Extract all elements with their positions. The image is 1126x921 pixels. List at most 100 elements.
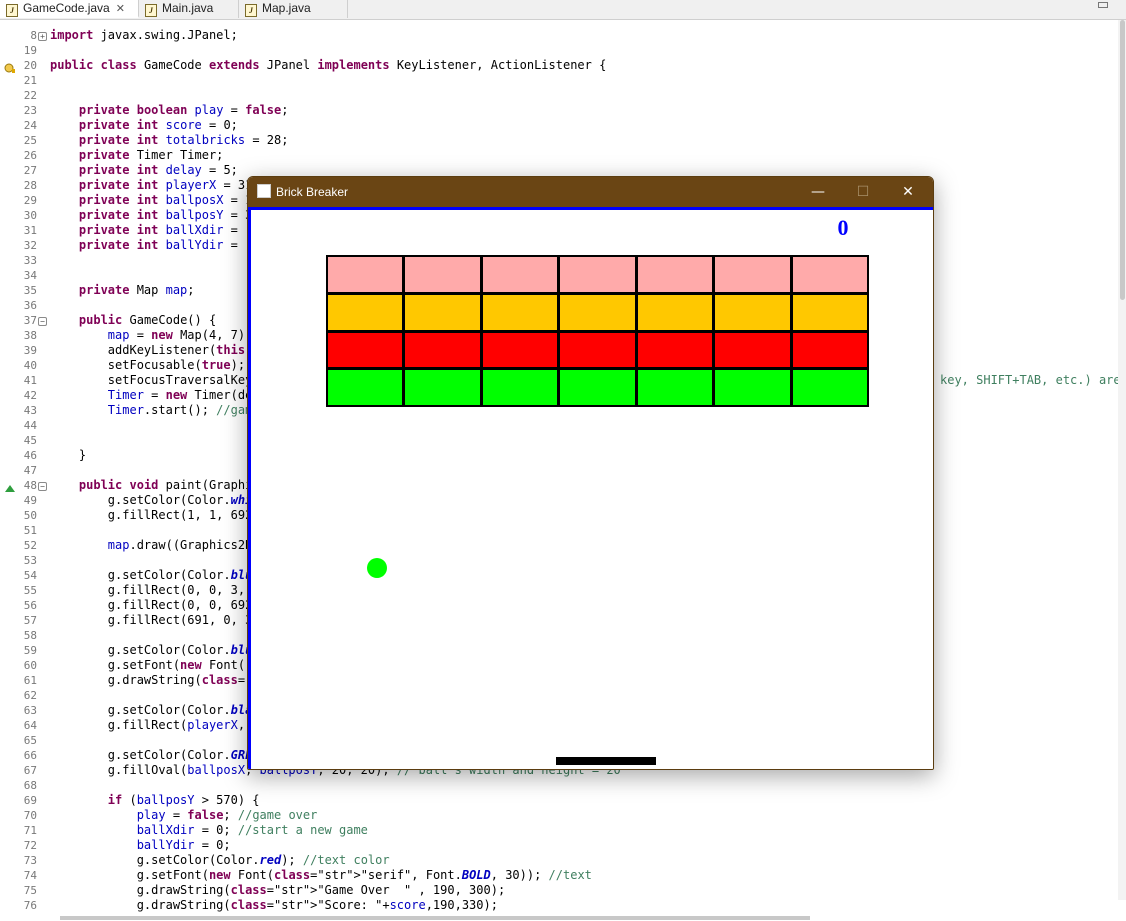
code-text: setFocusable(true); [50, 358, 246, 372]
line-number: 70 [23, 809, 37, 822]
minimize-button[interactable]: — [803, 181, 833, 203]
brick [405, 294, 480, 330]
code-text: g.fillRect(0, 0, 692 [50, 598, 253, 612]
line-number: 71 [23, 824, 37, 837]
code-line[interactable]: 26 private Timer Timer; [0, 148, 1126, 163]
line-number: 68 [23, 779, 37, 792]
brick [405, 332, 480, 368]
code-text: map.draw((Graphics2D [107, 538, 253, 552]
left-border-wall [248, 207, 251, 769]
code-line[interactable]: 68 [0, 778, 1126, 793]
code-text: private boolean play = false; [78, 103, 289, 117]
code-line[interactable]: 19 [0, 43, 1126, 58]
line-number: 35 [23, 284, 37, 297]
code-line[interactable]: 21 [0, 73, 1126, 88]
code-line[interactable]: 71 ballXdir = 0; //start a new game [0, 823, 1126, 838]
code-text: ballYdir = 0; [136, 838, 231, 852]
tab-gamecode-java[interactable]: J GameCode.java ✕ [0, 0, 139, 18]
line-number: 60 [23, 659, 37, 672]
code-line[interactable]: 25 private int totalbricks = 28; [0, 133, 1126, 148]
code-line[interactable]: 8 + import javax.swing.JPanel; [0, 28, 1126, 43]
code-text: ballXdir = 0; //start a new game [136, 823, 368, 837]
line-number: 23 [23, 104, 37, 117]
code-text: private int totalbricks = 28; [78, 133, 289, 147]
line-number: 69 [23, 794, 37, 807]
brick-breaker-window: Brick Breaker — ☐ ✕ 0 [247, 176, 934, 770]
minimize-editor-icon[interactable] [1098, 2, 1108, 8]
brick [715, 370, 790, 405]
line-number: 72 [23, 839, 37, 852]
warning-marker-icon[interactable] [4, 59, 16, 73]
code-text: g.setColor(Color.GRE [50, 748, 253, 762]
line-number: 19 [23, 44, 37, 57]
line-number: 58 [23, 629, 37, 642]
code-text: g.fillRect(0, 0, 3, [50, 583, 246, 597]
code-line[interactable]: 73 g.setColor(Color.red); //text color [0, 853, 1126, 868]
java-app-icon [257, 184, 271, 198]
java-file-icon: J [245, 4, 257, 17]
java-file-icon: J [6, 4, 18, 17]
code-line[interactable]: 74 g.setFont(new Font(class="str">"serif… [0, 868, 1126, 883]
brick [715, 294, 790, 330]
code-text: g.setColor(Color.blu [50, 568, 253, 582]
code-line[interactable]: 70 play = false; //game over [0, 808, 1126, 823]
code-text: public GameCode() { [78, 313, 217, 327]
line-number: 22 [23, 89, 37, 102]
line-number: 59 [23, 644, 37, 657]
brick [482, 332, 558, 368]
game-canvas[interactable]: 0 [248, 207, 933, 769]
line-number: 26 [23, 149, 37, 162]
code-text: map = new Map(4, 7); [107, 328, 253, 342]
code-text: Timer.start(); //gam [107, 403, 253, 417]
brick [482, 370, 558, 405]
top-border-wall [248, 207, 933, 210]
tab-main-java[interactable]: J Main.java [139, 0, 239, 18]
line-number: 20 [23, 59, 37, 72]
fold-toggle-icon[interactable]: − [38, 317, 47, 326]
brick [328, 370, 403, 405]
fold-toggle-icon[interactable]: + [38, 32, 47, 41]
close-tab-icon[interactable]: ✕ [116, 3, 125, 15]
brick [482, 294, 558, 330]
fold-toggle-icon[interactable]: − [38, 482, 47, 491]
code-line[interactable]: 69 if (ballposY > 570) { [0, 793, 1126, 808]
tab-map-java[interactable]: J Map.java [239, 0, 348, 18]
line-number: 56 [23, 599, 37, 612]
ball [367, 558, 387, 578]
line-number: 53 [23, 554, 37, 567]
line-number: 75 [23, 884, 37, 897]
code-line[interactable]: 24 private int score = 0; [0, 118, 1126, 133]
code-text: import javax.swing.JPanel; [50, 28, 238, 42]
line-number: 42 [23, 389, 37, 402]
close-button[interactable]: ✕ [893, 181, 923, 203]
code-line[interactable]: 23 private boolean play = false; [0, 103, 1126, 118]
code-text: g.fillRect(playerX, [50, 718, 246, 732]
code-text: private Map map; [78, 283, 195, 297]
scrollbar-thumb[interactable] [1120, 20, 1125, 300]
code-line[interactable]: 76 g.drawString(class="str">"Score: "+sc… [0, 898, 1126, 913]
vertical-scrollbar[interactable] [1118, 20, 1126, 900]
code-line[interactable]: 20 public class GameCode extends JPanel i… [0, 58, 1126, 73]
code-text: private int ballYdir = - [78, 238, 253, 252]
code-text: public class GameCode extends JPanel imp… [50, 58, 607, 72]
code-text: g.setColor(Color.bla [50, 703, 253, 717]
brick-grid [326, 255, 869, 407]
code-line[interactable]: 72 ballYdir = 0; [0, 838, 1126, 853]
maximize-button[interactable]: ☐ [848, 181, 878, 203]
brick [792, 257, 867, 292]
code-text: private Timer Timer; [78, 148, 224, 162]
override-marker-icon[interactable] [4, 480, 16, 492]
brick [560, 257, 635, 292]
code-text: g.drawString(class="str">"Score: "+score… [50, 898, 498, 912]
window-title-bar[interactable]: Brick Breaker — ☐ ✕ [248, 177, 933, 207]
code-text: g.drawString(class="str">"Game Over " , … [50, 883, 506, 897]
code-line[interactable]: 75 g.drawString(class="str">"Game Over "… [0, 883, 1126, 898]
line-number: 50 [23, 509, 37, 522]
brick [328, 332, 403, 368]
code-text: play = false; //game over [136, 808, 318, 822]
code-text-continuation: key, SHIFT+TAB, etc.) are [940, 373, 1121, 387]
line-number: 21 [23, 74, 37, 87]
code-line[interactable]: 22 [0, 88, 1126, 103]
horizontal-scrollbar[interactable] [60, 916, 810, 920]
line-number: 24 [23, 119, 37, 132]
